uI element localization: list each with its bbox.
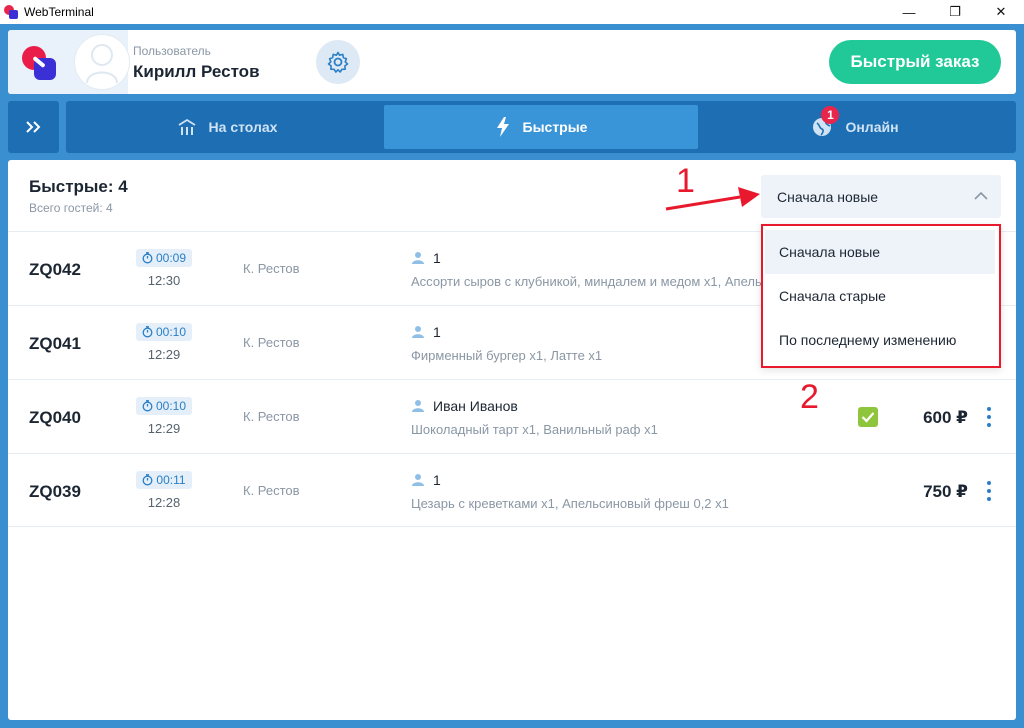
order-code: ZQ041 xyxy=(29,334,81,353)
sort-select[interactable]: Сначала новые xyxy=(761,175,1001,218)
guest-label: 1 xyxy=(433,324,441,340)
order-price: 600 ₽ xyxy=(923,408,968,427)
order-price: 750 ₽ xyxy=(923,482,968,501)
elapsed-timer: 00:10 xyxy=(136,397,192,415)
close-button[interactable]: ✕ xyxy=(978,0,1024,24)
user-caption: Пользователь xyxy=(133,44,211,58)
tabs-row: На столах Быстрые 1 Онлайн xyxy=(8,101,1016,153)
order-items: Шоколадный тарт x1, Ванильный раф x1 xyxy=(411,422,658,437)
settings-button[interactable] xyxy=(316,40,360,84)
person-icon xyxy=(412,400,424,412)
elapsed-timer: 00:11 xyxy=(136,471,192,489)
tab-online-label: Онлайн xyxy=(845,119,899,135)
section-title: Быстрые: 4 xyxy=(29,177,128,196)
tabs: На столах Быстрые 1 Онлайн xyxy=(66,101,1016,153)
order-time: 12:29 xyxy=(147,347,181,362)
minimize-button[interactable]: — xyxy=(886,0,932,24)
order-items: Фирменный бургер x1, Латте x1 xyxy=(411,348,603,363)
tab-quick-label: Быстрые xyxy=(522,119,588,135)
timer-value: 00:09 xyxy=(155,251,187,265)
guest-label: Иван Иванов xyxy=(433,398,518,414)
gear-icon xyxy=(327,51,349,73)
guest-label: 1 xyxy=(433,472,441,488)
person-icon xyxy=(412,326,424,338)
more-menu-icon[interactable] xyxy=(984,407,994,427)
guest-label: 1 xyxy=(433,250,441,266)
double-chevron-right-icon xyxy=(25,121,40,133)
elapsed-timer: 00:09 xyxy=(136,249,192,267)
lightning-icon xyxy=(496,117,509,137)
avatar[interactable] xyxy=(74,34,130,90)
online-badge: 1 xyxy=(821,106,840,124)
stopwatch-icon xyxy=(142,326,153,338)
waiter: К. Рестов xyxy=(243,483,300,498)
user-placeholder-icon xyxy=(86,44,118,83)
app-icon xyxy=(4,5,18,19)
more-menu-icon[interactable] xyxy=(984,481,994,501)
user-name: Кирилл Рестов xyxy=(133,62,260,81)
header: Пользователь Кирилл Рестов Быстрый заказ xyxy=(8,30,1016,94)
order-time: 12:30 xyxy=(147,273,181,288)
guest: 1 xyxy=(411,250,441,266)
table-row[interactable]: ZQ040 00:10 12:29 К. Рестов Иван Иванов … xyxy=(8,379,1016,453)
window-titlebar: WebTerminal — ❐ ✕ xyxy=(0,0,1024,24)
paid-check-icon xyxy=(858,407,878,427)
person-icon xyxy=(412,474,424,486)
timer-value: 00:11 xyxy=(156,473,186,487)
timer-value: 00:10 xyxy=(155,399,187,413)
guest: 1 xyxy=(411,472,441,488)
sort-selected: Сначала новые xyxy=(777,188,879,205)
waiter: К. Рестов xyxy=(243,409,300,424)
order-code: ZQ039 xyxy=(29,482,81,501)
stopwatch-icon xyxy=(142,474,153,486)
tables-icon xyxy=(178,118,196,135)
waiter: К. Рестов xyxy=(243,335,300,350)
window-title: WebTerminal xyxy=(24,5,94,19)
order-items: Ассорти сыров с клубникой, миндалем и ме… xyxy=(411,274,761,289)
waiter: К. Рестов xyxy=(243,261,300,276)
stopwatch-icon xyxy=(142,252,153,264)
guest: 1 xyxy=(411,324,441,340)
order-items: Цезарь с креветками x1, Апельсиновый фре… xyxy=(411,496,729,511)
order-time: 12:29 xyxy=(147,421,181,436)
person-icon xyxy=(412,252,424,264)
tab-tables[interactable]: На столах xyxy=(70,105,384,149)
order-time: 12:28 xyxy=(147,495,181,510)
timer-value: 00:10 xyxy=(155,325,187,339)
annotation-highlight-box xyxy=(761,224,1001,368)
annotation-arrow xyxy=(665,187,760,211)
logo xyxy=(22,46,58,82)
table-row[interactable]: ZQ039 00:11 12:28 К. Рестов 1 Цезарь с к… xyxy=(8,453,1016,527)
maximize-button[interactable]: ❐ xyxy=(932,0,978,24)
annotation-number-2: 2 xyxy=(800,378,819,416)
stopwatch-icon xyxy=(142,400,153,412)
guest-count: Всего гостей: 4 xyxy=(29,201,113,215)
guest: Иван Иванов xyxy=(411,398,518,414)
tab-quick[interactable]: Быстрые xyxy=(384,105,698,149)
elapsed-timer: 00:10 xyxy=(136,323,192,341)
tab-tables-label: На столах xyxy=(208,119,278,135)
order-code: ZQ042 xyxy=(29,260,81,279)
expand-sidebar-button[interactable] xyxy=(8,101,59,153)
quick-order-button[interactable]: Быстрый заказ xyxy=(829,40,1001,84)
order-code: ZQ040 xyxy=(29,408,81,427)
tab-online[interactable]: 1 Онлайн xyxy=(698,105,1012,149)
chevron-up-icon xyxy=(974,191,988,200)
